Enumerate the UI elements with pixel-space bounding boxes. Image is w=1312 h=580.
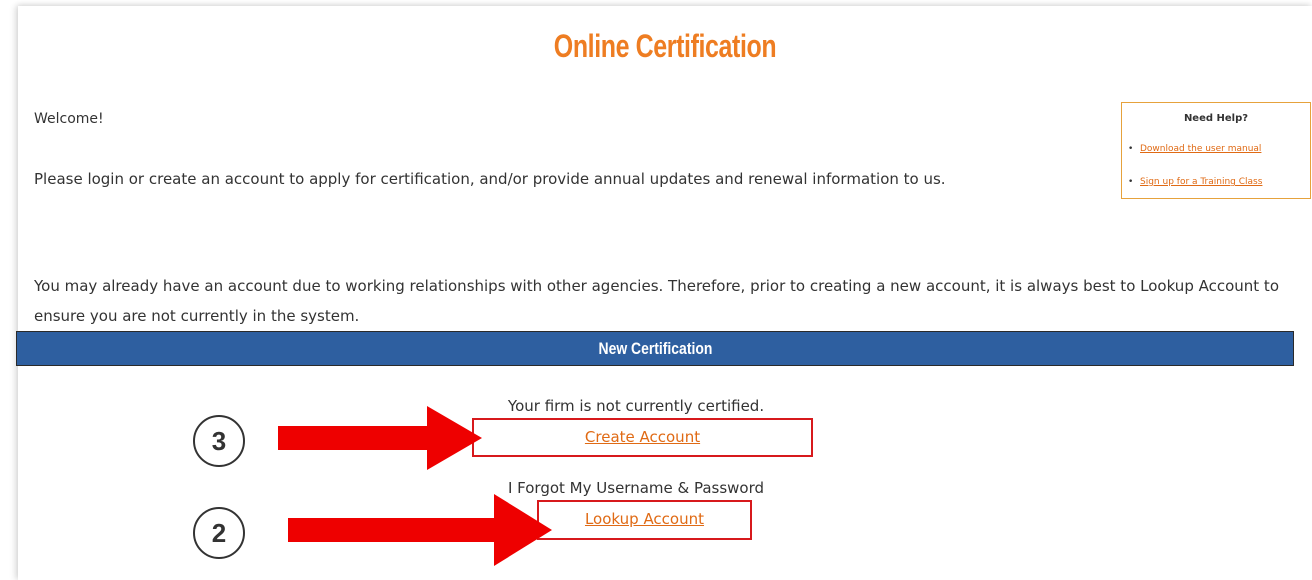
arrow-right-icon [288, 494, 552, 566]
new-certification-title: New Certification [598, 339, 712, 358]
lookup-account-link[interactable]: Lookup Account [537, 500, 752, 540]
download-manual-link[interactable]: Download the user manual [1128, 144, 1261, 154]
page-title: Online Certification [553, 28, 777, 64]
create-account-link[interactable]: Create Account [472, 418, 813, 457]
help-title: Need Help? [1183, 113, 1249, 124]
help-box: Need Help? Download the user manual Sign… [1121, 102, 1311, 199]
arrow-right-icon [278, 406, 482, 470]
training-class-link[interactable]: Sign up for a Training Class [1128, 177, 1262, 187]
step-3-badge: 3 [193, 415, 245, 467]
intro-text: Please login or create an account to app… [34, 170, 946, 188]
step-2-badge: 2 [193, 507, 245, 559]
welcome-text: Welcome! [34, 111, 104, 127]
notice-text: You may already have an account due to w… [34, 277, 1279, 325]
new-certification-header: New Certification [16, 331, 1294, 366]
